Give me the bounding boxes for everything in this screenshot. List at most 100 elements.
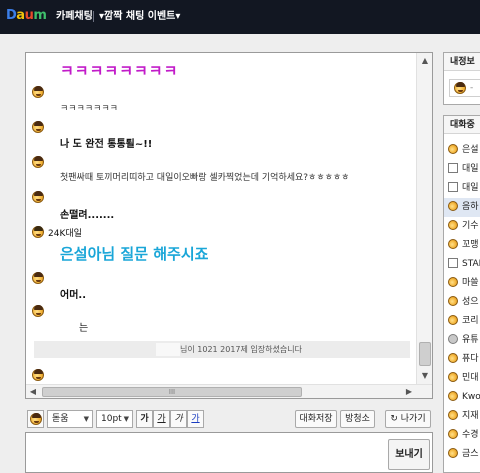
member-list-item[interactable]: 꼬맹 xyxy=(444,236,480,255)
chat-message: 첫팬싸때 토끼머리띠하고 대일이오빠랑 셀카찍었는데 기억하세요?ㅎㅎㅎㅎㅎ xyxy=(60,173,350,183)
member-name: 기수 xyxy=(462,221,479,231)
font-select[interactable]: 돋움 ▼ xyxy=(47,410,93,428)
member-emoticon-icon xyxy=(448,144,458,154)
vertical-scrollbar[interactable]: ▲ ▼ xyxy=(416,53,432,384)
horizontal-scrollbar[interactable]: ◀ III ▶ xyxy=(26,384,432,398)
member-name: 꼬맹 xyxy=(462,240,479,250)
chat-message: 어머.. xyxy=(60,290,86,301)
member-list-title: 대화중 xyxy=(444,116,480,134)
top-bar: Daum 카페채팅 ▾깜짝 채팅 이벤트▾ xyxy=(0,0,480,34)
italic-button[interactable]: 가 xyxy=(170,410,187,428)
user-emoticon-icon xyxy=(32,272,44,284)
scroll-left-icon[interactable]: ◀ xyxy=(26,385,40,398)
member-name: 은설 xyxy=(462,145,479,155)
scroll-right-icon[interactable]: ▶ xyxy=(402,385,416,398)
user-emoticon-icon xyxy=(32,156,44,168)
member-list-item[interactable]: 대일 xyxy=(444,160,480,179)
member-emoticon-icon xyxy=(448,372,458,382)
bold-button[interactable]: 가 xyxy=(136,410,153,428)
user-emoticon-icon xyxy=(32,121,44,133)
member-emoticon-icon xyxy=(448,296,458,306)
scroll-thumb[interactable]: III xyxy=(42,387,302,397)
member-name: 퓨다 xyxy=(462,354,479,364)
daum-logo[interactable]: Daum xyxy=(6,9,47,23)
member-box-icon xyxy=(448,258,458,268)
member-name: 마쓸 xyxy=(462,278,479,288)
my-status-select[interactable]: - xyxy=(449,79,480,97)
chat-message: ㅋㅋㅋㅋㅋㅋㅋㅋ xyxy=(60,62,179,80)
event-link[interactable]: ▾깜짝 채팅 이벤트▾ xyxy=(99,11,180,23)
member-list-item[interactable]: 성으 xyxy=(444,293,480,312)
user-emoticon-icon xyxy=(32,305,44,317)
emoticon-button[interactable] xyxy=(27,410,44,428)
member-list-item[interactable]: Kwo xyxy=(444,388,480,407)
my-info-title: 내정보 xyxy=(444,53,480,71)
member-emoticon-icon xyxy=(448,429,458,439)
font-select-value: 돋움 xyxy=(52,414,69,424)
redacted-name xyxy=(156,343,180,356)
system-notice: 님이 1021 2017제 입장하셨습니다 xyxy=(34,341,410,358)
my-info-panel: 내정보 - xyxy=(443,52,480,105)
member-name: 지재 xyxy=(462,411,479,421)
member-name: Kwo xyxy=(462,392,480,402)
member-list-item[interactable]: 민대 xyxy=(444,369,480,388)
member-box-icon xyxy=(448,163,458,173)
member-list-item[interactable]: STAI xyxy=(444,255,480,274)
member-name: 금스 xyxy=(462,449,479,459)
chevron-down-icon: ▼ xyxy=(83,415,89,423)
member-list-item[interactable]: 수경 xyxy=(444,426,480,445)
member-emoticon-icon xyxy=(448,220,458,230)
member-emoticon-icon xyxy=(448,277,458,287)
scroll-thumb[interactable] xyxy=(419,342,431,366)
member-list-item[interactable]: 퓨다 xyxy=(444,350,480,369)
member-list-item[interactable]: 은설 xyxy=(444,141,480,160)
chat-message: 는 xyxy=(79,323,89,334)
chat-message: 손떨려....... xyxy=(60,210,115,221)
user-emoticon-icon xyxy=(32,86,44,98)
send-button[interactable]: 보내기 xyxy=(388,439,430,470)
member-list-item[interactable]: 지재 xyxy=(444,407,480,426)
member-name: STAI xyxy=(462,259,480,269)
scroll-down-icon[interactable]: ▼ xyxy=(417,368,432,384)
member-list-item[interactable]: 마쓸 xyxy=(444,274,480,293)
exit-button-label: 나가기 xyxy=(400,414,426,424)
member-list-item[interactable]: 코리 xyxy=(444,312,480,331)
chat-message: ㅋㅋㅋㅋㅋㅋㅋ xyxy=(60,104,118,114)
refresh-icon: ↻ xyxy=(390,414,398,424)
message-area: ㅋㅋㅋㅋㅋㅋㅋㅋ ㅋㅋㅋㅋㅋㅋㅋ 나 도 완전 통통퇼~!! 첫팬싸때 토끼머리… xyxy=(26,53,416,384)
member-list-item[interactable]: 기수 xyxy=(444,217,480,236)
member-name: 음하 xyxy=(462,202,479,212)
member-list-panel: 대화중 은설 대일 대일 음하 기수 꼬맹 STAI 마쓸 성으 코리 유튜 퓨다 민대 Kwo 지재 수경 금… xyxy=(443,115,480,473)
clear-room-button[interactable]: 방청소 xyxy=(340,410,375,428)
message-input[interactable] xyxy=(30,437,380,469)
chat-nickname[interactable]: 24K대일 xyxy=(48,226,82,239)
member-emoticon-icon xyxy=(448,448,458,458)
exit-button[interactable]: ↻ 나가기 xyxy=(385,410,431,428)
chat-message: 은설아님 질문 해주시죠 xyxy=(60,245,209,263)
member-emoticon-icon xyxy=(448,353,458,363)
chat-log: ㅋㅋㅋㅋㅋㅋㅋㅋ ㅋㅋㅋㅋㅋㅋㅋ 나 도 완전 통통퇼~!! 첫팬싸때 토끼머리… xyxy=(25,52,433,399)
underline-button[interactable]: 가 xyxy=(153,410,170,428)
divider xyxy=(93,11,94,22)
font-size-select[interactable]: 10pt ▼ xyxy=(96,410,133,428)
save-chat-button[interactable]: 대화저장 xyxy=(295,410,337,428)
member-list-item[interactable]: 음하 xyxy=(444,198,480,217)
member-emoticon-icon xyxy=(448,410,458,420)
member-emoticon-icon xyxy=(448,391,458,401)
member-gray-icon xyxy=(448,334,458,344)
member-name: 대일 xyxy=(462,183,479,193)
user-emoticon-icon xyxy=(32,191,44,203)
member-list-item[interactable]: 대일 xyxy=(444,179,480,198)
user-emoticon-icon xyxy=(32,369,44,381)
scroll-up-icon[interactable]: ▲ xyxy=(417,53,432,69)
member-list-item[interactable]: 금스 xyxy=(444,445,480,464)
message-input-box: 보내기 xyxy=(25,432,433,473)
cafe-chat-title: 카페채팅 xyxy=(56,11,93,22)
user-emoticon-icon xyxy=(32,226,44,238)
member-name: 성으 xyxy=(462,297,479,307)
member-list-item[interactable]: 유튜 xyxy=(444,331,480,350)
my-status-value: - xyxy=(470,83,474,93)
member-name: 대일 xyxy=(462,164,479,174)
text-color-button[interactable]: 가 xyxy=(187,410,204,428)
member-emoticon-icon xyxy=(448,201,458,211)
